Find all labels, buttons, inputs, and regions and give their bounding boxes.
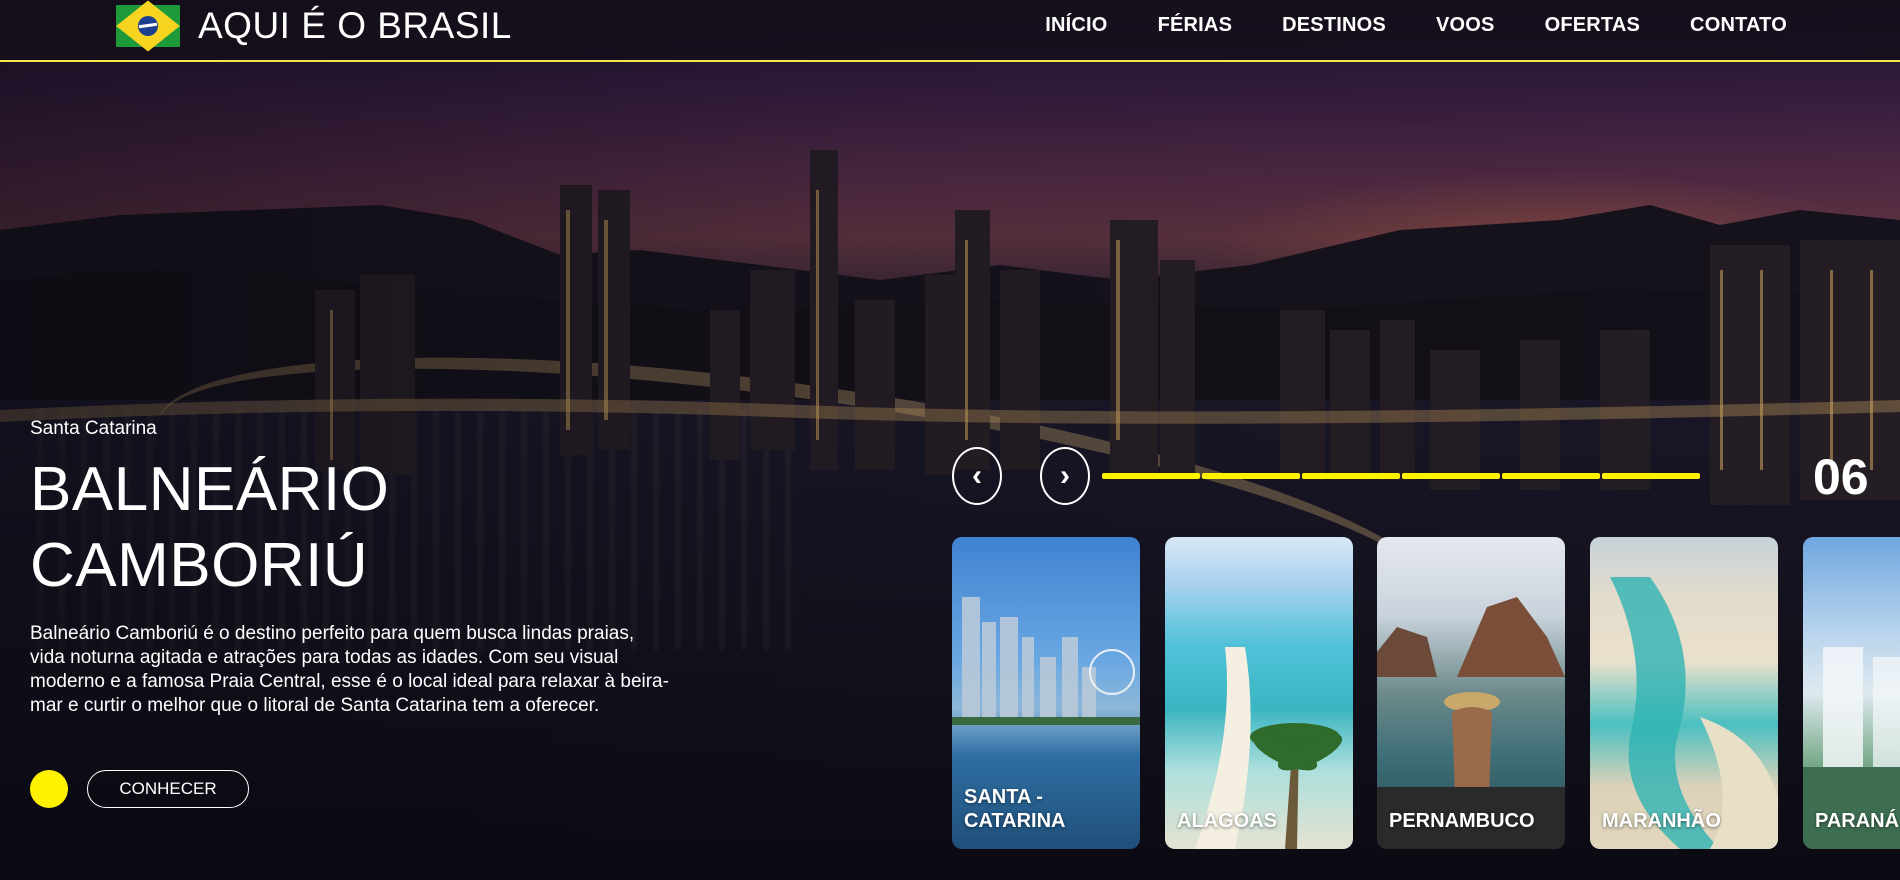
progress-segment xyxy=(1502,473,1600,479)
hero-title: BALNEÁRIO CAMBORIÚ xyxy=(30,452,530,604)
card-pernambuco[interactable]: PERNAMBUCO xyxy=(1377,537,1565,849)
card-parana[interactable]: PARANÁ xyxy=(1803,537,1900,849)
brazil-flag-icon xyxy=(116,0,180,52)
prev-slide-button[interactable]: ‹ xyxy=(952,447,1002,505)
nav-ferias[interactable]: FÉRIAS xyxy=(1158,14,1233,37)
conhecer-button[interactable]: CONHECER xyxy=(87,770,249,808)
chevron-right-icon: › xyxy=(1060,459,1070,492)
hero-region: Santa Catarina xyxy=(30,418,157,439)
hero-content: Santa Catarina BALNEÁRIO CAMBORIÚ Balneá… xyxy=(30,418,670,718)
card-label: MARANHÃO xyxy=(1602,810,1721,832)
parana-image xyxy=(1803,537,1900,849)
card-alagoas[interactable]: ALAGOAS xyxy=(1165,537,1353,849)
alagoas-image xyxy=(1165,537,1353,849)
nav-ofertas[interactable]: OFERTAS xyxy=(1545,14,1640,37)
hero-description: Balneário Camboriú é o destino perfeito … xyxy=(30,623,669,716)
site-header: AQUI É O BRASIL INÍCIO FÉRIAS DESTINOS V… xyxy=(0,0,1900,62)
brand-name: AQUI É O BRASIL xyxy=(198,5,512,46)
maranhao-image xyxy=(1590,537,1778,849)
hero-title-line2: CAMBORIÚ xyxy=(30,531,369,600)
progress-segment xyxy=(1302,473,1400,479)
slide-number: 06 xyxy=(1813,449,1869,505)
progress-segment xyxy=(1402,473,1500,479)
card-label: SANTA - CATARINA xyxy=(964,786,1066,832)
hero-actions: CONHECER xyxy=(30,770,249,808)
hero-title-line1: BALNEÁRIO xyxy=(30,455,390,524)
nav-inicio[interactable]: INÍCIO xyxy=(1045,14,1107,37)
card-label: PERNAMBUCO xyxy=(1389,810,1535,832)
destination-cards: SANTA - CATARINA ALAGOAS PERNAMBUCO MARA… xyxy=(952,537,1900,849)
nav-destinos[interactable]: DESTINOS xyxy=(1282,14,1386,37)
card-maranhao[interactable]: MARANHÃO xyxy=(1590,537,1778,849)
next-slide-button[interactable]: › xyxy=(1040,447,1090,505)
progress-segment xyxy=(1602,473,1700,479)
main-nav: INÍCIO FÉRIAS DESTINOS VOOS OFERTAS CONT… xyxy=(995,14,1787,37)
nav-contato[interactable]: CONTATO xyxy=(1690,14,1787,37)
progress-segment xyxy=(1102,473,1200,479)
card-santa-catarina[interactable]: SANTA - CATARINA xyxy=(952,537,1140,849)
card-label: PARANÁ xyxy=(1815,810,1900,832)
progress-segment xyxy=(1202,473,1300,479)
chevron-left-icon: ‹ xyxy=(972,459,982,492)
nav-voos[interactable]: VOOS xyxy=(1436,14,1495,37)
slide-progress-bar xyxy=(1102,473,1702,479)
pernambuco-image xyxy=(1377,537,1565,849)
accent-dot xyxy=(30,770,68,808)
brand-logo[interactable]: AQUI É O BRASIL xyxy=(116,0,512,52)
card-label: ALAGOAS xyxy=(1177,810,1277,832)
